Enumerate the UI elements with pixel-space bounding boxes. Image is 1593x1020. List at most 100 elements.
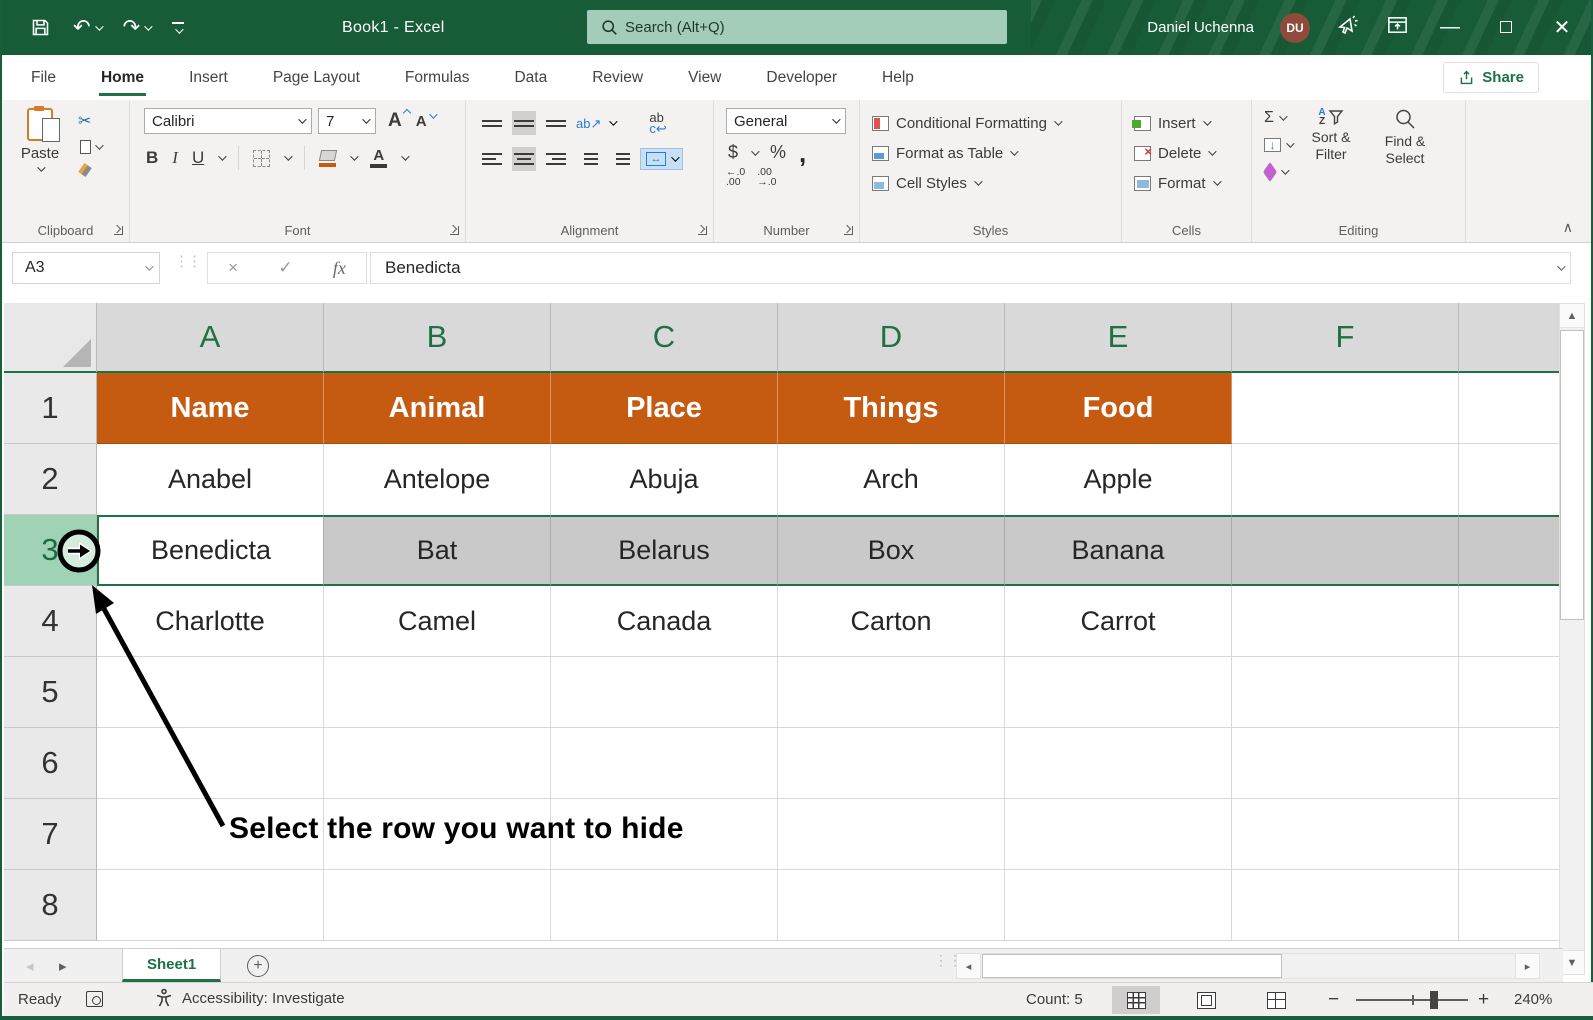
cell-B3[interactable]: Bat bbox=[324, 515, 551, 586]
copy-button[interactable] bbox=[78, 140, 101, 154]
cell-C3[interactable]: Belarus bbox=[551, 515, 778, 586]
accounting-format-button[interactable]: $ bbox=[728, 142, 738, 163]
cell[interactable] bbox=[778, 657, 1005, 728]
cell-F4[interactable] bbox=[1232, 586, 1459, 657]
clipboard-dialog-launcher[interactable] bbox=[114, 226, 123, 235]
redo-button[interactable]: ↷ bbox=[123, 15, 151, 40]
decrease-indent-button[interactable] bbox=[576, 147, 600, 171]
clear-button[interactable] bbox=[1264, 162, 1292, 182]
collapse-ribbon-button[interactable]: ∧ bbox=[1563, 219, 1573, 236]
drag-handle[interactable]: ⋮⋮ bbox=[174, 255, 200, 268]
page-layout-view-button[interactable] bbox=[1182, 986, 1230, 1014]
cell[interactable] bbox=[97, 870, 324, 941]
center-button[interactable] bbox=[512, 147, 536, 171]
format-as-table-button[interactable]: Format as Table bbox=[872, 138, 1121, 168]
tab-developer[interactable]: Developer bbox=[762, 55, 841, 100]
formula-input[interactable]: Benedicta bbox=[370, 252, 1571, 284]
zoom-slider[interactable] bbox=[1356, 999, 1468, 1001]
format-painter-button[interactable] bbox=[78, 163, 101, 177]
maximize-button[interactable] bbox=[1491, 16, 1521, 39]
cell[interactable] bbox=[1005, 870, 1232, 941]
increase-font-size-button[interactable]: A bbox=[388, 110, 410, 132]
paste-button[interactable]: Paste bbox=[14, 108, 66, 172]
increase-indent-button[interactable] bbox=[608, 147, 632, 171]
alignment-dialog-launcher[interactable] bbox=[698, 226, 707, 235]
select-all-button[interactable] bbox=[4, 303, 97, 373]
cell[interactable] bbox=[778, 799, 1005, 870]
column-header-D[interactable]: D bbox=[778, 303, 1005, 373]
page-break-preview-button[interactable] bbox=[1252, 986, 1300, 1014]
scroll-up-button[interactable]: ▲ bbox=[1560, 304, 1584, 328]
autosum-button[interactable]: Σ bbox=[1264, 108, 1292, 128]
cell[interactable] bbox=[1005, 799, 1232, 870]
find-select-button[interactable]: Find & Select bbox=[1370, 108, 1440, 167]
row-header-2[interactable]: 2 bbox=[4, 444, 97, 515]
cut-button[interactable]: ✂ bbox=[78, 111, 101, 131]
cell-F1[interactable] bbox=[1232, 373, 1459, 444]
row-header-3-selected[interactable]: 3 bbox=[4, 515, 97, 586]
insert-cells-button[interactable]: Insert bbox=[1134, 108, 1251, 138]
cell-B4[interactable]: Camel bbox=[324, 586, 551, 657]
horizontal-scrollbar-thumb[interactable] bbox=[982, 954, 1282, 978]
zoom-slider-thumb[interactable] bbox=[1430, 991, 1438, 1009]
scroll-right-button[interactable]: ▸ bbox=[1515, 954, 1539, 978]
active-cell-A3[interactable]: Benedicta bbox=[97, 515, 324, 586]
orientation-button[interactable]: ab↗ bbox=[576, 118, 601, 129]
tab-help[interactable]: Help bbox=[878, 55, 918, 100]
merge-and-center-button[interactable]: ↔ bbox=[640, 148, 683, 170]
column-header-B[interactable]: B bbox=[324, 303, 551, 373]
cell[interactable] bbox=[324, 728, 551, 799]
fill-button[interactable]: ↓ bbox=[1264, 135, 1292, 155]
macro-record-icon[interactable] bbox=[86, 991, 103, 1007]
search-input[interactable]: Search (Alt+Q) bbox=[587, 10, 1007, 44]
cell[interactable] bbox=[1459, 728, 1565, 799]
underline-button[interactable]: U bbox=[192, 148, 204, 168]
tab-page-layout[interactable]: Page Layout bbox=[269, 55, 364, 100]
font-dialog-launcher[interactable] bbox=[450, 226, 459, 235]
cell[interactable] bbox=[1005, 657, 1232, 728]
previous-sheet-button[interactable]: ◂ bbox=[26, 949, 34, 982]
accessibility-status[interactable]: Accessibility: Investigate bbox=[154, 988, 345, 1008]
zoom-in-button[interactable]: + bbox=[1478, 989, 1489, 1011]
comma-style-button[interactable]: , bbox=[799, 146, 806, 160]
normal-view-button[interactable] bbox=[1112, 986, 1160, 1014]
conditional-formatting-button[interactable]: Conditional Formatting bbox=[872, 108, 1121, 138]
cell-C4[interactable]: Canada bbox=[551, 586, 778, 657]
sort-filter-button[interactable]: AZ Sort & Filter bbox=[1296, 108, 1366, 163]
cell-F3[interactable] bbox=[1232, 515, 1459, 586]
cell[interactable] bbox=[778, 870, 1005, 941]
cell[interactable] bbox=[1459, 586, 1565, 657]
scroll-left-button[interactable]: ◂ bbox=[957, 954, 981, 978]
cell[interactable] bbox=[97, 728, 324, 799]
cell[interactable] bbox=[1232, 657, 1459, 728]
number-format-select[interactable]: General bbox=[726, 108, 846, 134]
chevron-down-icon[interactable] bbox=[284, 152, 292, 160]
bottom-align-button[interactable] bbox=[544, 111, 568, 135]
cell-B1[interactable]: Animal bbox=[324, 373, 551, 444]
fill-color-button[interactable] bbox=[319, 150, 336, 167]
top-align-button[interactable] bbox=[480, 111, 504, 135]
column-header-A[interactable]: A bbox=[97, 303, 324, 373]
delete-cells-button[interactable]: Delete bbox=[1134, 138, 1251, 168]
column-header-F[interactable]: F bbox=[1232, 303, 1459, 373]
row-header-5[interactable]: 5 bbox=[4, 657, 97, 728]
zoom-out-button[interactable]: − bbox=[1328, 989, 1339, 1011]
wrap-text-button[interactable]: ab c↩ bbox=[649, 112, 666, 134]
insert-function-button[interactable]: fx bbox=[333, 258, 346, 279]
cell-B2[interactable]: Antelope bbox=[324, 444, 551, 515]
cell-E3[interactable]: Banana bbox=[1005, 515, 1232, 586]
tab-review[interactable]: Review bbox=[588, 55, 647, 100]
font-name-select[interactable]: Calibri bbox=[144, 108, 312, 134]
cell[interactable] bbox=[1459, 444, 1565, 515]
row-header-1[interactable]: 1 bbox=[4, 373, 97, 444]
row-header-4[interactable]: 4 bbox=[4, 586, 97, 657]
cell-D3[interactable]: Box bbox=[778, 515, 1005, 586]
tab-view[interactable]: View bbox=[684, 55, 725, 100]
cell[interactable] bbox=[324, 870, 551, 941]
cell-D2[interactable]: Arch bbox=[778, 444, 1005, 515]
tab-home[interactable]: Home bbox=[97, 55, 148, 100]
chevron-down-icon[interactable] bbox=[610, 117, 618, 125]
tab-formulas[interactable]: Formulas bbox=[401, 55, 474, 100]
align-left-button[interactable] bbox=[480, 147, 504, 171]
cell-A1[interactable]: Name bbox=[97, 373, 324, 444]
